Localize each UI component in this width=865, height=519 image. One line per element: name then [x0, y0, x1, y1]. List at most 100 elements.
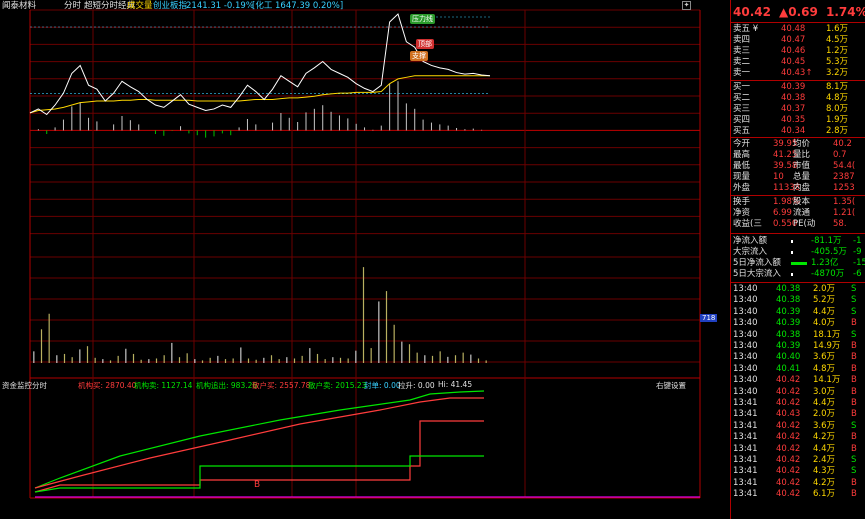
stock-name[interactable]: 闻泰材料 — [2, 0, 36, 12]
order-price: 40.34 — [781, 126, 806, 136]
volume-indicator-tab[interactable]: 成交量 — [127, 0, 153, 12]
flow-bar — [791, 251, 793, 254]
mode-tab[interactable]: 分时 — [64, 0, 81, 12]
order-volume: 8.1万 — [826, 82, 849, 92]
support-tag: 支撑 — [410, 51, 428, 61]
order-price: 40.39 — [781, 82, 806, 92]
stat-row: 今开 39.95 均价 40.2 — [731, 139, 865, 150]
sell-level-row[interactable]: 卖一 40.43↑ 3.2万 — [731, 68, 865, 79]
buy-marker-b: B — [254, 480, 261, 490]
tick-t: 13:41 — [733, 466, 758, 477]
stat-v2: 58. — [833, 219, 847, 229]
order-volume: 1.6万 — [826, 24, 849, 34]
top-tag: 顶部 — [416, 39, 434, 49]
buy-level-row[interactable]: 买二 40.38 4.8万 — [731, 93, 865, 104]
order-volume: 8.0万 — [826, 104, 849, 114]
tick-p: 40.41 — [776, 363, 801, 374]
tick-v: 3.6万 — [813, 420, 836, 431]
chart-settings-icon[interactable]: ✦ — [682, 1, 691, 10]
tick-t: 13:40 — [733, 318, 758, 329]
flow-bar — [791, 273, 793, 276]
tick-p: 40.42 — [776, 432, 801, 443]
buy-level-row[interactable]: 买四 40.35 1.9万 — [731, 115, 865, 126]
order-label: 买一 — [733, 82, 751, 92]
settings-link[interactable]: 右键设置 — [656, 380, 686, 391]
order-price: 40.43↑ — [781, 68, 813, 78]
order-label: 卖五 ¥ — [733, 24, 759, 34]
flow-label: 大宗流入 — [733, 247, 768, 257]
tick-t: 13:40 — [733, 352, 758, 363]
tick-p: 40.42 — [776, 386, 801, 397]
stat-l2: 总量 — [793, 172, 811, 182]
tick-t: 13:41 — [733, 398, 758, 408]
order-volume: 4.5万 — [826, 35, 849, 45]
tick-p: 40.42 — [776, 443, 801, 454]
tick-p: 40.42 — [776, 420, 801, 431]
inst-sell: 机构卖: 1127.14 — [134, 381, 193, 390]
stat-l2: 股本 — [793, 197, 811, 207]
tick-p: 40.38 — [776, 284, 801, 294]
stat-l1: 最低 — [733, 161, 751, 171]
tick-d: S — [851, 329, 857, 340]
stat-row: 最低 39.58 市值 54.4( — [731, 161, 865, 172]
tick-p: 40.38 — [776, 329, 801, 340]
tick-t: 13:40 — [733, 386, 758, 397]
index-name[interactable]: 创业板指 — [153, 0, 187, 12]
flow-row: 5日净流入额 1.23亿 -15 — [731, 258, 865, 269]
order-label: 买四 — [733, 115, 751, 125]
stat-l2: 流通 — [793, 208, 811, 218]
order-volume: 4.8万 — [826, 93, 849, 103]
tick-p: 40.39 — [776, 306, 801, 317]
stat-l1: 今开 — [733, 139, 751, 149]
stat-v2: 1.35( — [833, 197, 856, 207]
tick-row: 13:41 40.42 4.3万 S — [731, 466, 865, 477]
price-pct: 1.74% — [826, 5, 865, 19]
tick-d: S — [851, 420, 857, 431]
tick-t: 13:41 — [733, 477, 758, 488]
index-quote: 2141.31 -0.19% — [186, 1, 254, 11]
tick-row: 13:40 40.38 5.2万 S — [731, 295, 865, 306]
sell-level-row[interactable]: 卖五 ¥ 40.48 1.6万 — [731, 24, 865, 35]
sell-level-row[interactable]: 卖三 40.46 1.2万 — [731, 46, 865, 57]
buy-level-row[interactable]: 买五 40.34 2.8万 — [731, 126, 865, 137]
buy-level-row[interactable]: 买三 40.37 8.0万 — [731, 104, 865, 115]
stat-l1: 换手 — [733, 197, 751, 207]
stat-l2: 量比 — [793, 150, 811, 160]
fund-panel-title: 资金监控分时 — [2, 381, 47, 390]
tick-t: 13:41 — [733, 489, 758, 500]
tick-row: 13:40 40.42 3.0万 B — [731, 387, 865, 398]
tick-v: 4.3万 — [813, 466, 836, 477]
tick-v: 2.0万 — [813, 409, 836, 420]
flow-label: 5日净流入额 — [733, 258, 781, 268]
tick-row: 13:41 40.42 4.2万 B — [731, 432, 865, 443]
tick-d: B — [851, 352, 857, 363]
stat-l2: 内盘 — [793, 183, 811, 193]
tick-row: 13:40 40.38 2.0万 S — [731, 284, 865, 295]
sell-level-row[interactable]: 卖四 40.47 4.5万 — [731, 35, 865, 46]
tick-v: 5.2万 — [813, 295, 836, 306]
sell-level-row[interactable]: 卖二 40.45 5.3万 — [731, 57, 865, 68]
intraday-chart-canvas[interactable] — [0, 0, 730, 519]
order-volume: 1.2万 — [826, 46, 849, 56]
tick-v: 4.0万 — [813, 318, 836, 329]
tick-v: 4.4万 — [813, 306, 836, 317]
flow-row: 大宗流入 -405.5万 -9 — [731, 247, 865, 258]
lashing: 拉升: 0.00 — [398, 381, 435, 390]
order-label: 卖三 — [733, 46, 751, 56]
flow-value: 1.23亿 — [811, 258, 839, 268]
order-price: 40.45 — [781, 57, 806, 67]
pressure-tag: 压力线 — [410, 14, 435, 24]
buy-level-row[interactable]: 买一 40.39 8.1万 — [731, 82, 865, 93]
quote-panel: 40.42 ▲0.69 1.74% 卖五 ¥ 40.48 1.6万 卖四 40.47 4.… — [730, 0, 865, 519]
stat-row: 最高 41.25 量比 0.7 — [731, 150, 865, 161]
stat-l1: 外盘 — [733, 183, 751, 193]
tick-v: 14.9万 — [813, 341, 841, 351]
stat-row: 换手 1.98% 股本 1.35( — [731, 197, 865, 208]
tick-p: 40.42 — [776, 477, 801, 488]
stat-row: 净资 6.99 流通 1.21( — [731, 208, 865, 219]
flow-label: 5日大宗流入 — [733, 269, 781, 279]
tick-row: 13:41 40.42 3.6万 S — [731, 421, 865, 432]
tick-d: S — [851, 466, 857, 477]
stat-v2: 1253 — [833, 183, 855, 193]
tick-row: 13:41 40.42 6.1万 B — [731, 489, 865, 500]
